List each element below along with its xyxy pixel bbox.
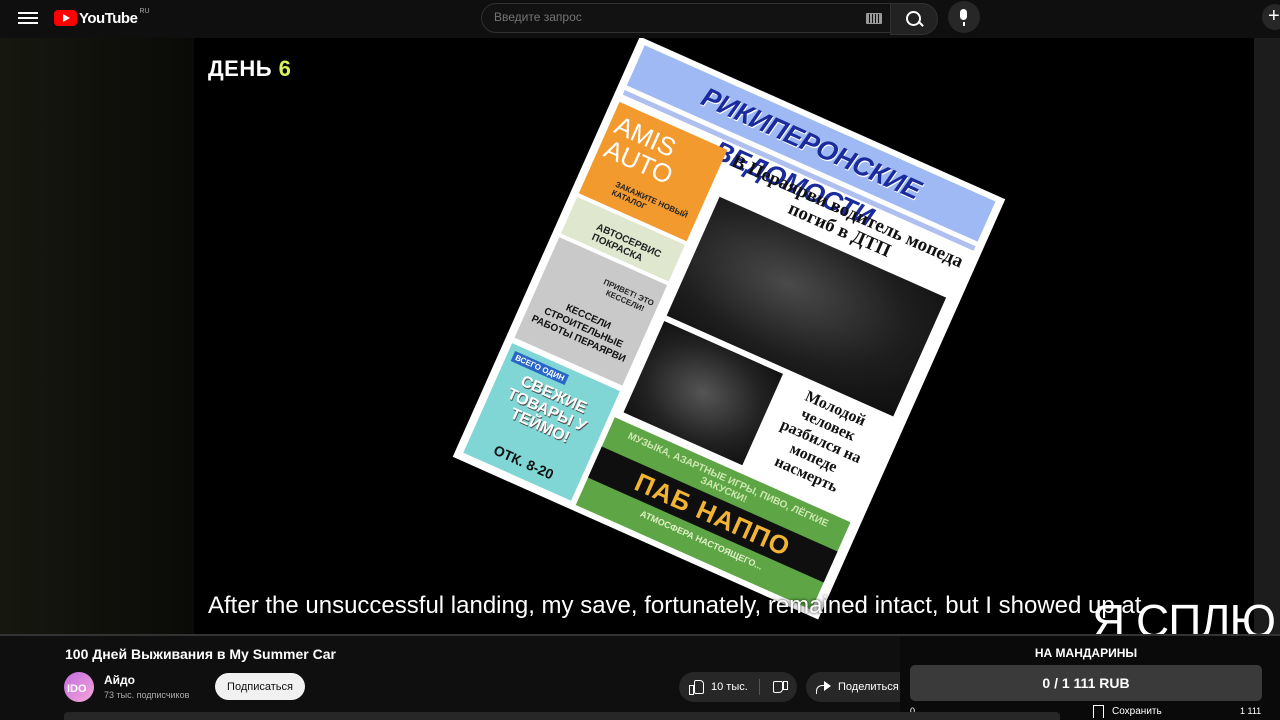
dislike-button[interactable]	[765, 672, 797, 702]
search-icon-handle	[918, 21, 924, 27]
ad-kesseli-greeting: ПРИВЕТ! ЭТО КЕССЕЛИ!	[602, 277, 656, 314]
thumbs-down-icon	[773, 681, 783, 693]
share-button[interactable]: Поделиться	[806, 672, 910, 702]
donation-title: НА МАНДАРИНЫ	[1034, 646, 1138, 660]
youtube-logo[interactable]: YouTube RU	[54, 8, 150, 28]
ad-teimo-text: СВЕЖИЕ ТОВАРЫ У ТЕЙМО!	[504, 372, 590, 447]
top-bar: YouTube RU	[0, 0, 1280, 36]
avatar-text: IDO	[67, 683, 87, 695]
search-box	[481, 3, 895, 33]
stream-overlay-text: Я СПЛЮ	[1092, 595, 1276, 634]
keyboard-icon[interactable]	[866, 13, 882, 24]
thumbs-down-icon-base	[783, 681, 788, 690]
logo-text: YouTube	[79, 9, 138, 27]
donation-max: 1 111	[1240, 706, 1262, 716]
like-separator	[759, 679, 760, 695]
create-icon[interactable]	[1262, 4, 1280, 30]
ambient-glow-right	[1254, 38, 1280, 634]
youtube-play-icon	[54, 10, 77, 26]
share-label: Поделиться	[838, 681, 899, 693]
video-player[interactable]: ДЕНЬ 6 РИКИПЕРОНСКИЕ ВЕДОМОСТИ AMIS AUTO…	[0, 38, 1280, 634]
video-subtitle: After the unsuccessful landing, my save,…	[208, 592, 1142, 619]
like-button[interactable]: 10 тыс.	[679, 672, 759, 702]
mic-icon	[960, 9, 967, 20]
bookmark-icon	[1093, 704, 1104, 718]
video-title: 100 Дней Выживания в My Summer Car	[65, 646, 336, 662]
mic-icon-stand	[963, 22, 965, 26]
save-button[interactable]: Сохранить	[1093, 702, 1162, 720]
subscribe-button[interactable]: Подписаться	[215, 673, 305, 700]
share-icon	[816, 681, 831, 694]
avatar[interactable]: IDO	[64, 672, 94, 702]
subscriber-count: 73 тыс. подписчиков	[104, 690, 190, 700]
like-count: 10 тыс.	[711, 681, 748, 693]
like-dislike-group: 10 тыс.	[679, 672, 797, 702]
donation-goal-widget: НА МАНДАРИНЫ 0 / 1 111 RUB 0 1 111	[900, 636, 1280, 720]
donation-progress: 0 / 1 111 RUB	[910, 665, 1262, 701]
channel-name[interactable]: Айдо	[104, 673, 135, 687]
logo-region: RU	[139, 7, 150, 15]
day-label-text: ДЕНЬ	[208, 56, 273, 81]
day-number: 6	[278, 56, 292, 81]
save-label: Сохранить	[1112, 705, 1162, 717]
ambient-glow-left	[0, 38, 194, 634]
menu-icon[interactable]	[18, 9, 38, 27]
description-box-edge	[64, 712, 1060, 720]
thumbs-up-icon	[689, 680, 704, 695]
donation-amount: 0 / 1 111 RUB	[1042, 675, 1130, 691]
day-label: ДЕНЬ 6	[208, 56, 291, 82]
voice-search-button[interactable]	[948, 1, 980, 33]
newspaper: РИКИПЕРОНСКИЕ ВЕДОМОСТИ AMIS AUTO ЗАКАЖИ…	[452, 38, 1006, 620]
search-button[interactable]	[890, 3, 938, 35]
video-frame[interactable]: ДЕНЬ 6 РИКИПЕРОНСКИЕ ВЕДОМОСТИ AMIS AUTO…	[194, 38, 1254, 634]
search-input[interactable]	[494, 10, 854, 24]
